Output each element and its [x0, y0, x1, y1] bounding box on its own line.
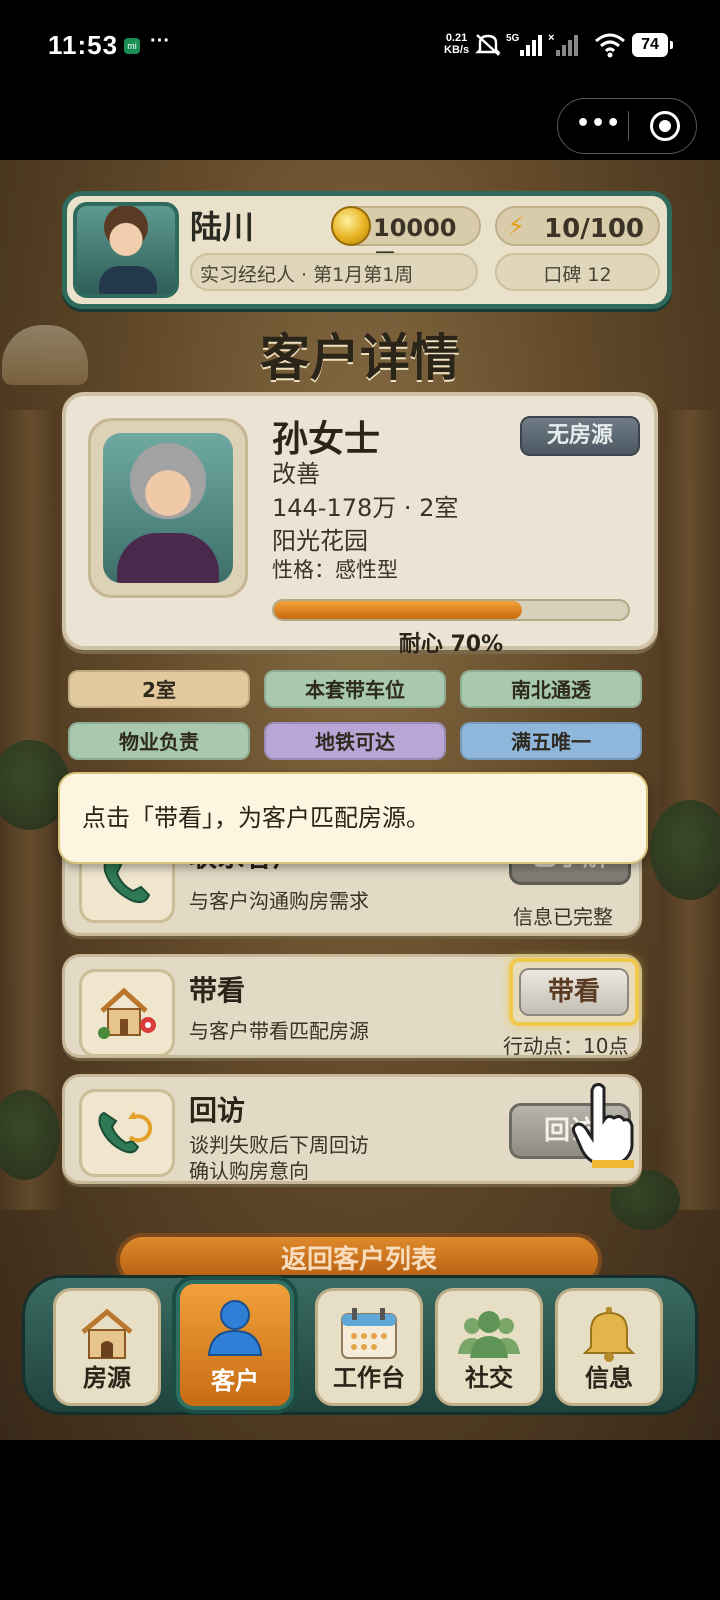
- coin-icon: [331, 206, 371, 246]
- wifi-icon: [595, 33, 625, 58]
- nav-label-messages: 信息: [585, 1364, 633, 1392]
- contact-desc: 与客户沟通购房需求: [189, 889, 369, 913]
- revisit-desc-1: 谈判失败后下周回访: [189, 1133, 369, 1157]
- lightning-icon: ⚡: [507, 212, 526, 242]
- tag-rooms: 2室: [68, 670, 250, 708]
- client-type: 改善: [272, 460, 320, 488]
- nav-label-social: 社交: [465, 1364, 513, 1392]
- more-menu-icon[interactable]: •••: [576, 111, 621, 136]
- svg-text:×: ×: [548, 32, 554, 44]
- client-card: 孙女士 改善 144-178万 · 2室 阳光花园 性格：感性型 无房源 耐心 …: [62, 392, 658, 657]
- rank-date-text: 实习经纪人 · 第1月第1周: [200, 264, 414, 286]
- capsule-divider: [628, 111, 629, 141]
- nav-label-listings: 房源: [83, 1364, 131, 1392]
- revisit-title: 回访: [189, 1094, 246, 1127]
- battery-icon: 74: [632, 33, 673, 57]
- tag-tax-free: 满五唯一: [460, 722, 642, 760]
- status-bar: 11:53 mi ··· 0.21 KB/s 5G × 74: [0, 0, 720, 92]
- tutorial-tooltip-text: 点击「带看」，为客户匹配房源。: [82, 804, 430, 832]
- client-community: 阳光花园: [272, 527, 368, 555]
- client-personality: 性格：感性型: [272, 558, 398, 582]
- nav-tab-listings[interactable]: 房源: [53, 1288, 161, 1406]
- energy-value: 10/100: [544, 214, 644, 244]
- revisit-desc-2: 确认购房意向: [189, 1159, 309, 1183]
- viewing-button[interactable]: 带看: [519, 968, 629, 1016]
- network-speed-value: 0.21: [445, 32, 468, 44]
- house-location-icon: [79, 969, 175, 1057]
- tag-ventilation: 南北通透: [460, 670, 642, 708]
- patience-bar-fill: [274, 601, 522, 619]
- signal-5g-icon: 5G: [506, 33, 542, 56]
- network-speed: 0.21 KB/s: [444, 32, 469, 56]
- callback-icon: [79, 1089, 175, 1177]
- nav-tab-clients[interactable]: 客户: [176, 1280, 294, 1410]
- money-counter: 10000元: [331, 206, 481, 276]
- player-header: 陆川 10000元 ⚡ 10/100 实习经纪人 · 第1月第1周 口碑 12: [62, 191, 672, 309]
- nav-tab-social[interactable]: 社交: [435, 1288, 543, 1406]
- viewing-action-points: 行动点：10点: [503, 1034, 629, 1058]
- mi-app-icon: mi: [124, 38, 140, 54]
- close-miniprogram-icon[interactable]: [650, 111, 680, 141]
- viewing-row: 带看 与客户带看匹配房源 带看 行动点：10点: [62, 954, 642, 1058]
- nav-tab-workbench[interactable]: 工作台: [315, 1288, 423, 1406]
- client-avatar: [88, 418, 248, 598]
- rank-date: 实习经纪人 · 第1月第1周: [190, 253, 478, 291]
- viewing-button-highlight[interactable]: 带看: [509, 958, 639, 1026]
- patience-bar: [272, 599, 630, 621]
- mute-icon: [475, 34, 501, 56]
- miniprogram-capsule: •••: [557, 98, 697, 154]
- person-icon: [180, 1292, 290, 1362]
- game-screen: 陆川 10000元 ⚡ 10/100 实习经纪人 · 第1月第1周 口碑 12 …: [0, 160, 720, 1440]
- signal-no-service-icon: ×: [548, 32, 578, 56]
- page-title: 客户详情: [260, 329, 460, 387]
- client-budget: 144-178万 · 2室: [272, 494, 459, 522]
- viewing-title: 带看: [189, 974, 246, 1007]
- network-speed-unit: KB/s: [444, 44, 470, 56]
- svg-text:5G: 5G: [506, 33, 520, 44]
- nav-tab-messages[interactable]: 信息: [555, 1288, 663, 1406]
- pointing-hand-icon: [572, 1082, 634, 1168]
- player-name: 陆川: [190, 208, 255, 246]
- contact-note: 信息已完整: [513, 905, 613, 929]
- clock: 11:53: [48, 30, 119, 60]
- client-portrait: [103, 433, 233, 583]
- tag-property-mgmt: 物业负责: [68, 722, 250, 760]
- no-listing-badge: 无房源: [520, 416, 640, 456]
- player-avatar[interactable]: [73, 202, 179, 298]
- more-notifications-icon: ···: [150, 30, 170, 52]
- nav-label-workbench: 工作台: [333, 1364, 405, 1392]
- reputation: 口碑 12: [495, 253, 660, 291]
- energy-counter: ⚡ 10/100: [495, 206, 660, 246]
- nav-label-clients: 客户: [211, 1367, 259, 1395]
- bottom-nav: 房源 客户 工作台 社交 信息: [22, 1275, 698, 1415]
- viewing-desc: 与客户带看匹配房源: [189, 1019, 369, 1043]
- tutorial-tooltip: 点击「带看」，为客户匹配房源。: [58, 772, 648, 864]
- revisit-row: 回访 谈判失败后下周回访 确认购房意向 回访: [62, 1074, 642, 1184]
- reputation-text: 口碑 12: [543, 264, 612, 286]
- tag-subway: 地铁可达: [264, 722, 446, 760]
- patience-label: 耐心 70%: [398, 632, 504, 657]
- tag-parking: 本套带车位: [264, 670, 446, 708]
